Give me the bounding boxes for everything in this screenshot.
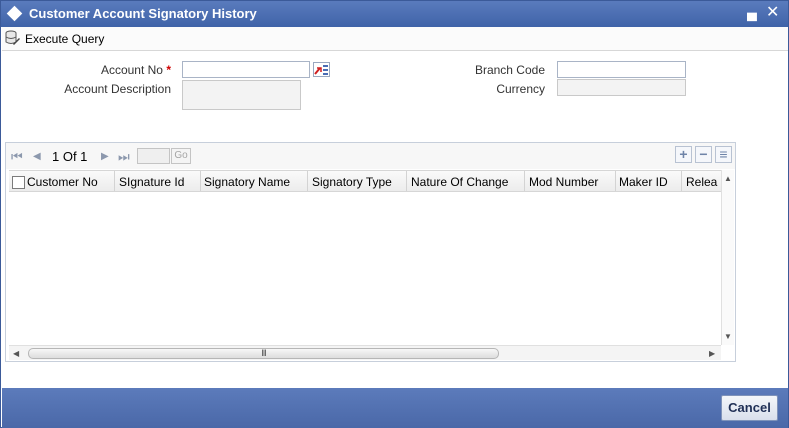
column-divider bbox=[681, 171, 682, 191]
column-divider bbox=[307, 171, 308, 191]
account-no-label-text: Account No bbox=[100, 63, 163, 77]
required-marker: * bbox=[166, 63, 171, 77]
column-header-mod-number[interactable]: Mod Number bbox=[529, 175, 598, 189]
list-of-values-button[interactable] bbox=[313, 62, 330, 77]
toolbar: Execute Query bbox=[2, 27, 788, 51]
signatory-grid-panel: ⏮ ◀ 1 Of 1 ▶ ⏭ Go + − ≡ Customer No SIgn… bbox=[5, 142, 736, 362]
column-header-maker-id[interactable]: Maker ID bbox=[619, 175, 668, 189]
add-row-button[interactable]: + bbox=[675, 146, 692, 163]
column-header-signatory-name[interactable]: Signatory Name bbox=[204, 175, 290, 189]
delete-row-button[interactable]: − bbox=[695, 146, 712, 163]
window-title: Customer Account Signatory History bbox=[29, 6, 257, 21]
column-header-signatory-type[interactable]: Signatory Type bbox=[312, 175, 392, 189]
cancel-button[interactable]: Cancel bbox=[721, 395, 778, 421]
vertical-scrollbar[interactable]: ▲ ▼ bbox=[721, 170, 734, 345]
account-description-field bbox=[182, 80, 301, 110]
column-divider bbox=[524, 171, 525, 191]
account-no-input[interactable] bbox=[182, 61, 310, 78]
scroll-right-icon[interactable]: ▶ bbox=[709, 349, 715, 358]
execute-query-button[interactable]: Execute Query bbox=[25, 32, 104, 46]
previous-page-icon[interactable]: ◀ bbox=[33, 151, 41, 162]
select-all-checkbox[interactable] bbox=[12, 176, 25, 189]
scroll-up-icon[interactable]: ▲ bbox=[724, 174, 732, 183]
column-divider bbox=[406, 171, 407, 191]
account-description-label: Account Description bbox=[64, 82, 171, 96]
currency-label: Currency bbox=[496, 82, 545, 96]
lov-icon bbox=[314, 65, 328, 75]
column-header-nature-of-change[interactable]: Nature Of Change bbox=[411, 175, 508, 189]
close-button[interactable]: ✕ bbox=[766, 2, 779, 22]
column-header-signature-id[interactable]: SIgnature Id bbox=[119, 175, 184, 189]
scroll-down-icon[interactable]: ▼ bbox=[724, 332, 732, 341]
page-indicator: 1 Of 1 bbox=[52, 149, 88, 164]
grid-header: Customer No SIgnature Id Signatory Name … bbox=[9, 170, 721, 192]
page-number-input[interactable] bbox=[137, 148, 170, 164]
branch-code-input[interactable] bbox=[557, 61, 686, 78]
diamond-icon bbox=[6, 5, 23, 22]
signatory-history-window: Customer Account Signatory History ▄ ✕ E… bbox=[0, 0, 789, 428]
last-page-icon[interactable]: ⏭ bbox=[118, 149, 130, 165]
column-divider bbox=[200, 171, 201, 191]
database-query-icon[interactable] bbox=[5, 30, 20, 46]
column-header-release[interactable]: Relea bbox=[686, 175, 717, 189]
title-bar[interactable]: Customer Account Signatory History ▄ ✕ bbox=[1, 1, 788, 27]
account-no-label: Account No * bbox=[61, 63, 171, 77]
horizontal-scroll-thumb[interactable]: III bbox=[28, 348, 499, 359]
pager-bar: ⏮ ◀ 1 Of 1 ▶ ⏭ Go + − ≡ bbox=[6, 143, 735, 169]
column-header-customer-no[interactable]: Customer No bbox=[27, 175, 98, 189]
branch-code-label: Branch Code bbox=[474, 63, 545, 77]
footer-bar: Cancel bbox=[2, 388, 788, 428]
next-page-icon[interactable]: ▶ bbox=[101, 151, 109, 162]
horizontal-scrollbar[interactable]: ◀ III ▶ bbox=[9, 345, 721, 360]
go-button[interactable]: Go bbox=[171, 148, 191, 164]
column-divider bbox=[615, 171, 616, 191]
column-divider bbox=[114, 171, 115, 191]
minimize-button[interactable]: ▄ bbox=[747, 4, 757, 20]
scroll-left-icon[interactable]: ◀ bbox=[13, 349, 19, 358]
currency-field bbox=[557, 79, 686, 96]
view-row-button[interactable]: ≡ bbox=[715, 146, 732, 163]
first-page-icon[interactable]: ⏮ bbox=[11, 149, 23, 165]
